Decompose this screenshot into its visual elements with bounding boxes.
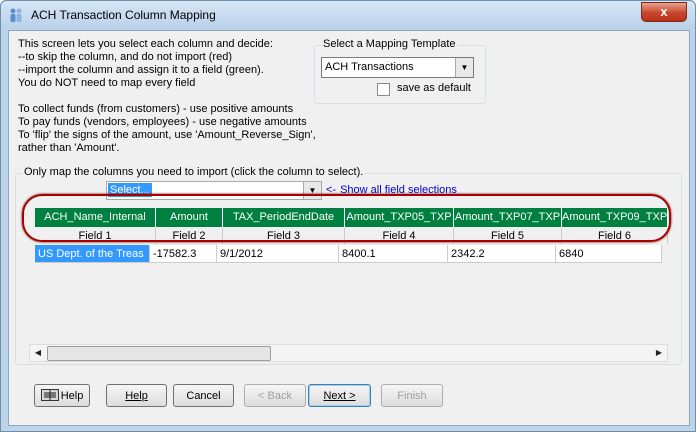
title-bar[interactable]: ACH Transaction Column Mapping x	[1, 1, 695, 29]
next-button-label: Next >	[323, 390, 356, 402]
column-header-3[interactable]: TAX_PeriodEndDate	[223, 208, 345, 227]
field-label-1[interactable]: Field 1	[35, 228, 156, 244]
field-select-dropdown[interactable]: Select... ▼	[106, 181, 322, 200]
data-cell-2[interactable]: -17582.3	[150, 245, 217, 263]
column-header-4[interactable]: Amount_TXP05_TXP	[345, 208, 454, 227]
dialog-body: This screen lets you select each column …	[8, 30, 690, 426]
field-label-2[interactable]: Field 2	[156, 228, 223, 244]
show-all-fields-label: Show all field selections	[340, 184, 457, 196]
finish-button[interactable]: Finish	[381, 384, 443, 407]
help-book-icon	[40, 389, 59, 401]
cancel-button-label: Cancel	[186, 390, 221, 402]
horizontal-scrollbar[interactable]: ◀ ▶	[29, 344, 668, 362]
back-button-label: < Back	[258, 390, 292, 402]
mapping-template-value: ACH Transactions	[325, 61, 414, 73]
app-icon	[10, 8, 22, 22]
field-label-5[interactable]: Field 5	[454, 228, 562, 244]
field-label-3[interactable]: Field 3	[223, 228, 345, 244]
help-icon-button[interactable]: Help	[34, 384, 90, 407]
column-header-1[interactable]: ACH_Name_Internal	[35, 208, 156, 227]
window-title: ACH Transaction Column Mapping	[31, 8, 216, 22]
data-cell-5[interactable]: 2342.2	[448, 245, 556, 263]
scrollbar-thumb[interactable]	[47, 346, 271, 361]
data-cell-6[interactable]: 6840	[556, 245, 662, 263]
column-header-2[interactable]: Amount	[156, 208, 223, 227]
next-button[interactable]: Next >	[308, 384, 371, 407]
data-cell-3[interactable]: 9/1/2012	[217, 245, 339, 263]
finish-button-label: Finish	[397, 390, 427, 402]
show-all-fields-link[interactable]: <- Show all field selections	[326, 184, 457, 196]
mapping-template-select[interactable]: ACH Transactions ▼	[321, 57, 474, 78]
column-mapping-group: Only map the columns you need to import …	[15, 166, 682, 365]
save-as-default-label: save as default	[397, 82, 471, 94]
column-mapping-label: Only map the columns you need to import …	[22, 166, 366, 178]
scroll-right-icon[interactable]: ▶	[651, 345, 667, 361]
field-label-4[interactable]: Field 4	[345, 228, 454, 244]
arrow-left-icon: <-	[326, 184, 337, 196]
help-button[interactable]: Help	[106, 384, 167, 407]
save-as-default-checkbox[interactable]	[377, 83, 390, 96]
chevron-down-icon[interactable]: ▼	[303, 182, 321, 199]
data-cell-4[interactable]: 8400.1	[339, 245, 448, 263]
column-header-6[interactable]: Amount_TXP09_TXP	[562, 208, 668, 227]
close-button[interactable]: x	[641, 2, 687, 22]
chevron-down-icon[interactable]: ▼	[455, 58, 473, 77]
help-icon-button-label: Help	[60, 390, 84, 402]
close-icon: x	[660, 4, 668, 19]
mapping-template-label: Select a Mapping Template	[321, 38, 458, 50]
scroll-left-icon[interactable]: ◀	[30, 345, 46, 361]
dialog-window: ACH Transaction Column Mapping x This sc…	[0, 0, 696, 432]
back-button[interactable]: < Back	[244, 384, 306, 407]
instructions-text: This screen lets you select each column …	[18, 38, 316, 154]
data-cell-1[interactable]: US Dept. of the Treas	[35, 245, 150, 263]
cancel-button[interactable]: Cancel	[173, 384, 234, 407]
field-label-6[interactable]: Field 6	[562, 228, 668, 244]
column-header-5[interactable]: Amount_TXP07_TXP	[454, 208, 562, 227]
mapping-template-group: Select a Mapping Template ACH Transactio…	[314, 38, 486, 104]
help-button-label: Help	[125, 390, 148, 402]
field-select-value: Select...	[108, 183, 152, 197]
